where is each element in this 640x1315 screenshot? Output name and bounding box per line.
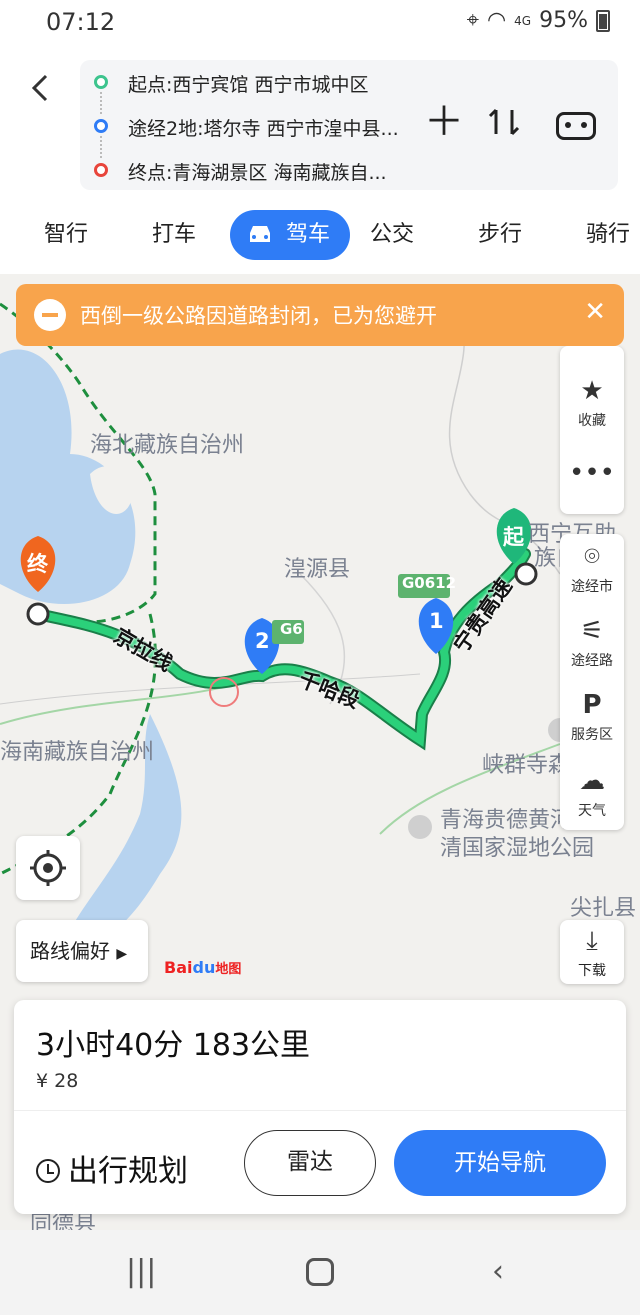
back-button[interactable]	[26, 70, 62, 110]
back-nav-button[interactable]: ‹	[492, 1254, 504, 1289]
road-closure-alert: 西倒一级公路因道路封闭，已为您避开 ✕	[16, 284, 624, 346]
end-dot-icon	[94, 163, 108, 177]
battery-icon	[596, 9, 610, 32]
chevron-left-icon	[31, 74, 48, 102]
map-label-haibei: 海北藏族自治州	[90, 433, 245, 458]
route-preference-label: 路线偏好	[30, 939, 110, 963]
map-tools-top: ★ 收藏 •••	[560, 346, 624, 514]
trip-plan-button[interactable]: 出行规划	[36, 1146, 188, 1190]
map-label-huangyuan: 湟源县	[284, 557, 351, 582]
route-summary-card: 3小时40分 183公里 ¥ 28 出行规划 雷达 开始导航	[14, 1000, 626, 1214]
route-cost: ¥ 28	[36, 1070, 79, 1092]
service-area-button[interactable]: P 服务区	[560, 690, 624, 744]
favorite-button[interactable]: ★ 收藏	[560, 376, 624, 430]
via-city-button[interactable]: ⌾ 途经市	[560, 542, 624, 596]
via-dot-icon	[94, 119, 108, 133]
end-point[interactable]: 终点:青海湖景区 海南藏族自...	[128, 158, 387, 185]
via-marker-1[interactable]: 1	[429, 609, 444, 633]
home-button[interactable]	[306, 1258, 334, 1286]
sliders-icon: ⚟	[580, 616, 604, 646]
weather-button[interactable]: ☁ 天气	[560, 766, 624, 820]
road-shield-g6: G6	[280, 620, 303, 638]
start-point[interactable]: 起点:西宁宾馆 西宁市城中区	[128, 70, 368, 97]
service-area-label: 服务区	[571, 727, 613, 743]
start-dot-icon	[94, 75, 108, 89]
tab-drive[interactable]: 驾车	[230, 210, 351, 260]
parking-icon: P	[582, 690, 602, 720]
car-settings-button[interactable]	[556, 112, 596, 140]
car-icon	[250, 226, 270, 242]
via-road-label: 途经路	[571, 653, 613, 669]
recent-apps-button[interactable]: |||	[126, 1254, 156, 1289]
signal-label: 4G	[514, 13, 532, 28]
road-shield-g0612: G0612	[402, 574, 457, 592]
via-city-label: 途经市	[571, 579, 613, 595]
map-tools-bottom: ⌾ 途经市 ⚟ 途经路 P 服务区 ☁ 天气	[560, 534, 624, 830]
more-button[interactable]: •••	[560, 458, 624, 492]
tab-walk[interactable]: 步行	[478, 210, 522, 260]
locate-button[interactable]	[16, 836, 80, 900]
start-navigation-button[interactable]: 开始导航	[394, 1130, 606, 1196]
swap-route-icon[interactable]	[486, 104, 522, 140]
map-label-jianzha: 尖扎县	[570, 896, 637, 921]
route-preference-button[interactable]: 路线偏好 ▶	[16, 920, 148, 982]
status-time: 07:12	[46, 8, 116, 36]
crosshair-icon	[30, 850, 66, 886]
status-bar: 07:12 ⌖ ◠ 4G 95%	[0, 0, 640, 44]
route-box: 起点:西宁宾馆 西宁市城中区 途经2地:塔尔寺 西宁市湟中县... 终点:青海湖…	[80, 60, 618, 190]
via-marker-2[interactable]: 2	[255, 629, 270, 653]
tab-drive-label: 驾车	[286, 222, 331, 247]
radar-button[interactable]: 雷达	[244, 1130, 376, 1196]
more-dots-icon: •••	[568, 458, 615, 488]
end-marker[interactable]: 终	[27, 548, 48, 578]
via-point[interactable]: 途经2地:塔尔寺 西宁市湟中县...	[128, 114, 399, 141]
weather-label: 天气	[578, 803, 606, 819]
download-button[interactable]: ⤓ 下载	[560, 920, 624, 984]
tab-taxi[interactable]: 打车	[152, 210, 196, 260]
baidu-logo: Baidu地图	[164, 958, 242, 977]
status-icons: ⌖ ◠ 4G 95%	[467, 8, 610, 33]
cloud-icon: ☁	[579, 766, 605, 796]
tab-bike[interactable]: 骑行	[586, 210, 630, 260]
tab-smart[interactable]: 智行	[44, 210, 88, 260]
start-marker[interactable]: 起	[503, 521, 524, 551]
tab-bus[interactable]: 公交	[370, 210, 414, 260]
route-duration-distance: 3小时40分 183公里	[36, 1028, 311, 1063]
map-label-hainan: 海南藏族自治州	[0, 740, 155, 765]
map-label-xiqun: 峡群寺森	[482, 753, 571, 778]
clock-icon	[36, 1159, 60, 1183]
trip-plan-label: 出行规划	[68, 1154, 188, 1189]
alert-text: 西倒一级公路因道路封闭，已为您避开	[80, 304, 437, 328]
location-pin-icon: ⌾	[584, 542, 600, 572]
add-stop-button[interactable]: ＋	[424, 102, 464, 142]
route-header: 起点:西宁宾馆 西宁市城中区 途经2地:塔尔寺 西宁市湟中县... 终点:青海湖…	[0, 44, 640, 274]
wifi-icon: ◠	[486, 8, 507, 33]
favorite-label: 收藏	[578, 413, 606, 429]
battery-percent: 95%	[539, 8, 588, 33]
location-icon: ⌖	[466, 8, 479, 33]
transport-tabs: 智行 打车 驾车 公交 步行 骑行	[0, 210, 640, 260]
triangle-right-icon: ▶	[116, 946, 128, 962]
close-icon[interactable]: ✕	[584, 297, 606, 327]
via-road-button[interactable]: ⚟ 途经路	[560, 616, 624, 670]
download-icon: ⤓	[586, 926, 598, 956]
minus-circle-icon	[34, 299, 66, 331]
system-nav-bar: ||| ‹	[0, 1230, 640, 1315]
star-icon: ★	[580, 376, 604, 406]
download-label: 下载	[578, 963, 606, 979]
map-label-park2: 清国家湿地公园	[440, 836, 595, 861]
